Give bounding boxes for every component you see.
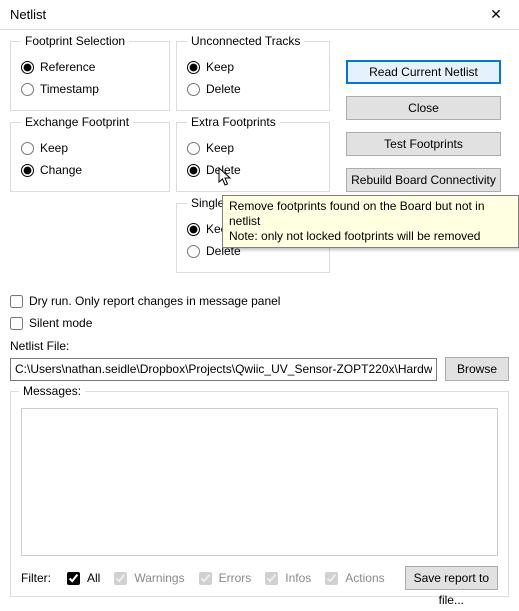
exchange-footprint-group: Exchange Footprint Keep Change xyxy=(10,115,170,192)
window-title: Netlist xyxy=(10,7,473,22)
filter-actions-input xyxy=(325,572,338,585)
filter-all-input[interactable] xyxy=(67,572,80,585)
exchange-footprint-legend: Exchange Footprint xyxy=(21,115,133,129)
close-button[interactable]: Close xyxy=(346,96,501,120)
read-current-netlist-button[interactable]: Read Current Netlist xyxy=(346,60,501,84)
radio-ef-delete[interactable]: Delete xyxy=(187,159,319,181)
radio-ex-change-input[interactable] xyxy=(21,164,34,177)
dry-run-label: Dry run. Only report changes in message … xyxy=(29,294,280,308)
browse-button[interactable]: Browse xyxy=(445,357,509,381)
filter-infos: Infos xyxy=(261,569,311,588)
radio-ef-keep-input[interactable] xyxy=(187,142,200,155)
rebuild-board-connectivity-button[interactable]: Rebuild Board Connectivity xyxy=(346,168,501,192)
radio-ex-keep-label: Keep xyxy=(40,141,68,155)
radio-ut-keep-label: Keep xyxy=(206,60,234,74)
radio-ef-keep-label: Keep xyxy=(206,141,234,155)
filter-infos-input xyxy=(265,572,278,585)
extra-footprints-group: Extra Footprints Keep Delete xyxy=(176,115,330,192)
extra-footprints-legend: Extra Footprints xyxy=(187,115,280,129)
footprint-selection-group: Footprint Selection Reference Timestamp xyxy=(10,34,170,111)
radio-timestamp-input[interactable] xyxy=(21,83,34,96)
tooltip: Remove footprints found on the Board but… xyxy=(222,195,519,248)
filter-all-label: All xyxy=(87,571,100,585)
radio-timestamp-label: Timestamp xyxy=(40,82,99,96)
radio-ex-keep[interactable]: Keep xyxy=(21,137,159,159)
silent-mode-label: Silent mode xyxy=(29,316,92,330)
radio-reference[interactable]: Reference xyxy=(21,56,159,78)
radio-sp-delete-input[interactable] xyxy=(187,245,200,258)
messages-group: Messages: Filter: All Warnings Errors In… xyxy=(10,391,509,597)
tooltip-line1: Remove footprints found on the Board but… xyxy=(229,199,512,229)
radio-sp-keep-input[interactable] xyxy=(187,223,200,236)
dry-run-checkbox[interactable]: Dry run. Only report changes in message … xyxy=(10,291,509,311)
filter-errors-input xyxy=(199,572,212,585)
radio-ex-keep-input[interactable] xyxy=(21,142,34,155)
messages-legend: Messages: xyxy=(19,384,85,398)
tooltip-line2: Note: only not locked footprints will be… xyxy=(229,229,512,244)
radio-reference-label: Reference xyxy=(40,60,95,74)
filter-label: Filter: xyxy=(21,571,51,585)
unconnected-tracks-legend: Unconnected Tracks xyxy=(187,34,304,48)
netlist-file-label: Netlist File: xyxy=(10,339,509,353)
unconnected-tracks-group: Unconnected Tracks Keep Delete xyxy=(176,34,330,111)
filter-all[interactable]: All xyxy=(63,569,100,588)
radio-ut-delete-label: Delete xyxy=(206,82,241,96)
radio-ut-delete[interactable]: Delete xyxy=(187,78,319,100)
save-report-button[interactable]: Save report to file... xyxy=(405,566,498,590)
radio-ef-delete-input[interactable] xyxy=(187,164,200,177)
radio-ut-keep-input[interactable] xyxy=(187,61,200,74)
radio-ut-delete-input[interactable] xyxy=(187,83,200,96)
radio-ut-keep[interactable]: Keep xyxy=(187,56,319,78)
filter-errors: Errors xyxy=(195,569,252,588)
footprint-selection-legend: Footprint Selection xyxy=(21,34,129,48)
filter-actions: Actions xyxy=(321,569,384,588)
radio-ex-change[interactable]: Change xyxy=(21,159,159,181)
filter-warnings: Warnings xyxy=(110,569,184,588)
title-bar: Netlist ✕ xyxy=(0,0,519,30)
radio-ef-keep[interactable]: Keep xyxy=(187,137,319,159)
radio-ex-change-label: Change xyxy=(40,163,82,177)
filter-actions-label: Actions xyxy=(345,571,384,585)
silent-mode-checkbox[interactable]: Silent mode xyxy=(10,313,509,333)
filter-errors-label: Errors xyxy=(219,571,252,585)
radio-reference-input[interactable] xyxy=(21,61,34,74)
netlist-file-input[interactable] xyxy=(10,358,437,381)
close-icon[interactable]: ✕ xyxy=(473,0,519,30)
silent-mode-checkbox-input[interactable] xyxy=(10,317,23,330)
filter-warnings-input xyxy=(114,572,127,585)
radio-ef-delete-label: Delete xyxy=(206,163,241,177)
filter-infos-label: Infos xyxy=(285,571,311,585)
dry-run-checkbox-input[interactable] xyxy=(10,295,23,308)
radio-timestamp[interactable]: Timestamp xyxy=(21,78,159,100)
filter-warnings-label: Warnings xyxy=(134,571,184,585)
messages-area[interactable] xyxy=(21,408,498,556)
test-footprints-button[interactable]: Test Footprints xyxy=(346,132,501,156)
